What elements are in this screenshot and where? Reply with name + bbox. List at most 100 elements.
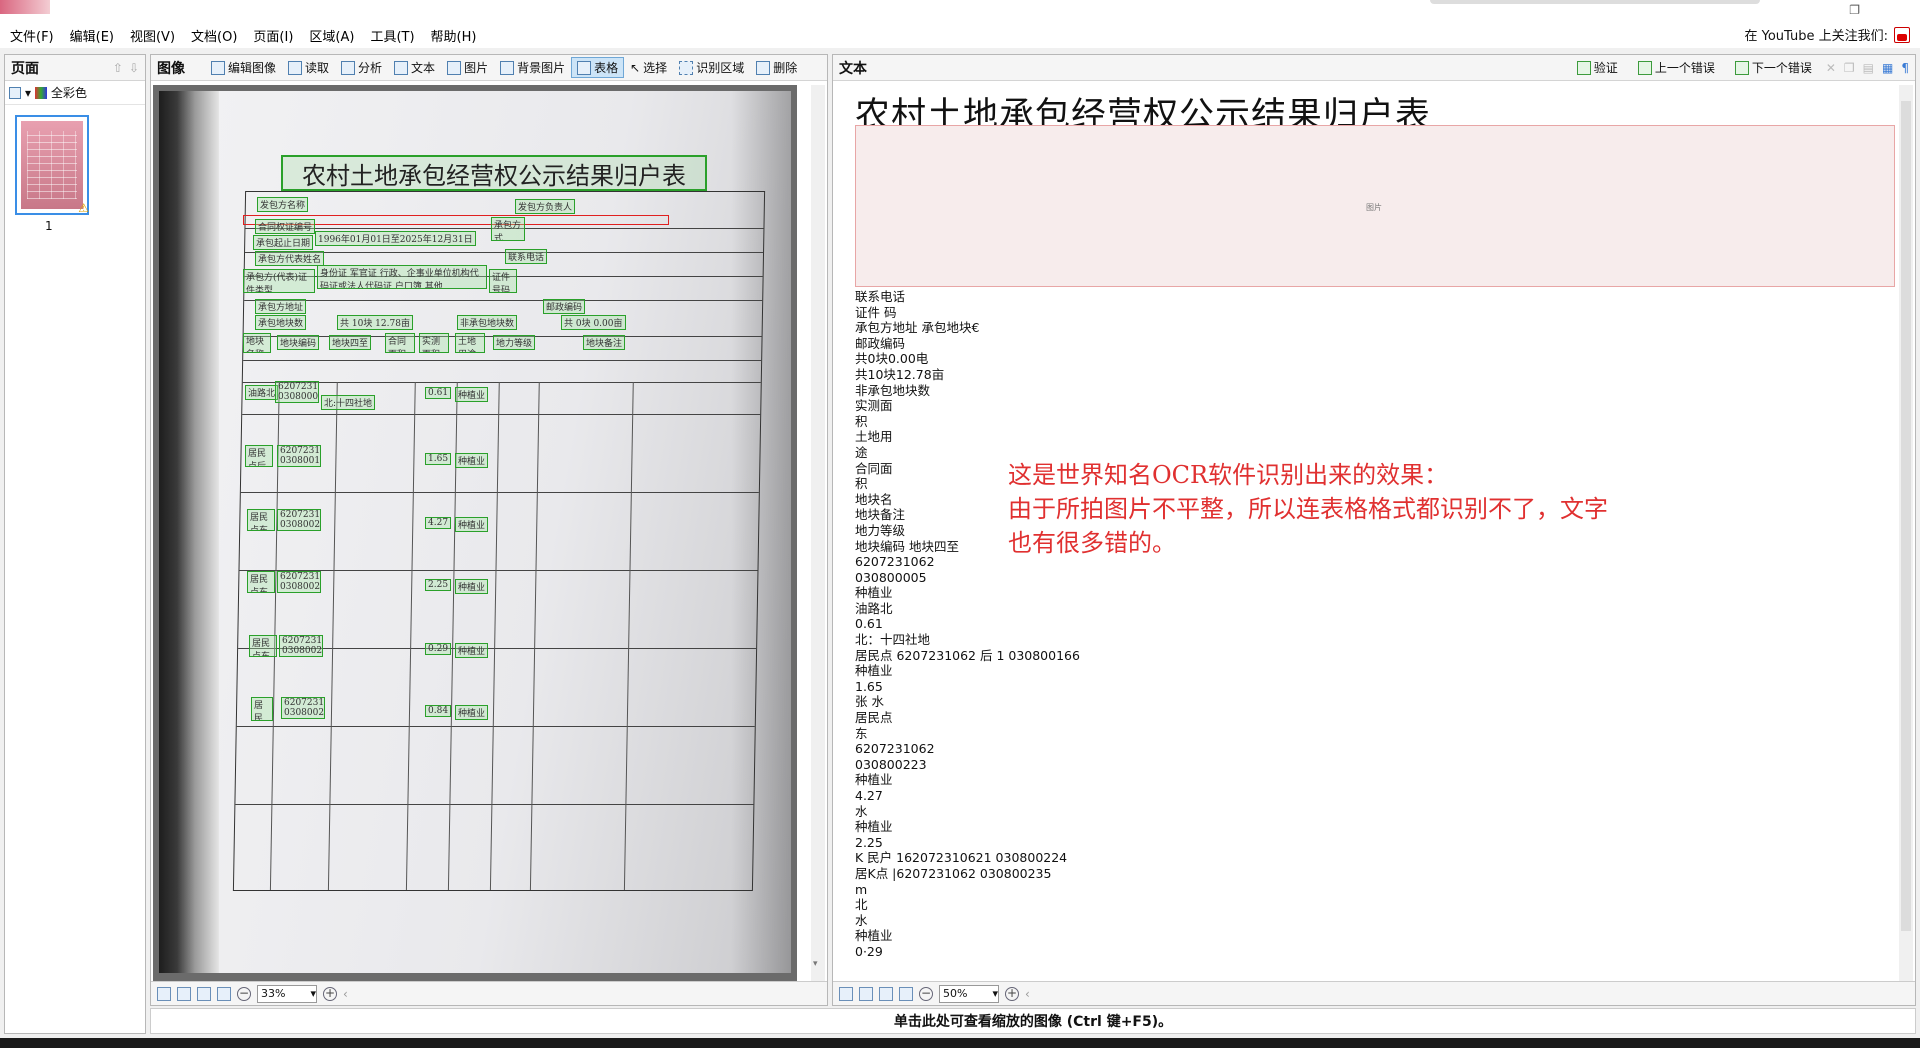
region-box[interactable]: 地块名称 xyxy=(243,333,271,353)
image-canvas[interactable]: 农村土地承包经营权公示结果归户表 发包方名称 发包方负责人 合同权证编号 承包起… xyxy=(153,85,797,983)
region-box[interactable]: 承包方式 xyxy=(491,217,525,241)
page-thumbnail[interactable]: ⚠ xyxy=(15,115,89,215)
zoom-out-icon[interactable]: − xyxy=(919,986,933,1001)
region-box[interactable]: 邮政编码 xyxy=(543,299,586,314)
menu-area[interactable]: 区域(A) xyxy=(303,26,360,45)
split-horizontal-icon[interactable] xyxy=(879,986,893,1001)
region-box[interactable]: 油路北 xyxy=(245,385,279,400)
dropdown-icon[interactable]: ▾ xyxy=(25,86,31,100)
region-box[interactable]: 土地用途 xyxy=(455,333,485,353)
region-box[interactable]: 联系电话 xyxy=(505,249,548,264)
region-box[interactable]: 承包地块数 xyxy=(255,315,307,330)
region-box[interactable]: 发包方负责人 xyxy=(515,199,576,214)
page-up-icon[interactable]: ⇧ xyxy=(113,61,123,75)
text-vertical-scrollbar[interactable] xyxy=(1899,85,1913,983)
edit-image-button[interactable]: 编辑图像 xyxy=(205,57,282,78)
region-box[interactable]: 种植业 xyxy=(455,387,489,402)
close-icon[interactable]: ✕ xyxy=(1826,61,1836,75)
menu-page[interactable]: 页面(I) xyxy=(247,26,299,45)
region-box[interactable]: 6207231062 030800166 xyxy=(277,445,321,467)
region-box[interactable]: 居民点 xyxy=(251,697,273,721)
region-box[interactable]: 6207231062 030800224 xyxy=(277,571,321,593)
region-box[interactable]: 地块编码 xyxy=(277,335,320,350)
zoom-in-icon[interactable]: + xyxy=(1005,986,1019,1001)
region-box[interactable]: 发包方名称 xyxy=(257,197,309,212)
region-box[interactable]: 0.61 xyxy=(425,387,452,399)
region-box[interactable]: 地块四至 xyxy=(329,335,372,350)
status-bar[interactable]: 单击此处可查看缩放的图像 (Ctrl 键+F5)。 xyxy=(150,1008,1916,1034)
region-box[interactable]: 2.25 xyxy=(425,579,452,591)
new-page-icon[interactable] xyxy=(9,86,21,99)
region-box[interactable]: 种植业 xyxy=(455,517,489,532)
color-mode-label[interactable]: 全彩色 xyxy=(51,84,87,101)
copy-icon[interactable]: ❐ xyxy=(1844,61,1855,75)
table-area-button[interactable]: 表格 xyxy=(571,57,625,78)
page-down-icon[interactable]: ⇩ xyxy=(129,61,139,75)
region-box[interactable]: 承包方代表姓名 xyxy=(255,251,325,266)
region-box[interactable]: 承包方(代表)证件类型 xyxy=(243,269,315,293)
table-view-icon[interactable]: ▦ xyxy=(1882,61,1893,75)
zoom-in-icon[interactable]: + xyxy=(323,986,337,1001)
picture-area-button[interactable]: 图片 xyxy=(441,57,494,78)
menu-document[interactable]: 文档(O) xyxy=(185,26,243,45)
recognize-area-button[interactable]: 识别区域 xyxy=(673,57,750,78)
split-vertical-icon[interactable] xyxy=(899,986,913,1001)
region-box[interactable]: 居民点东 xyxy=(247,571,275,593)
split-vertical-icon[interactable] xyxy=(217,986,231,1001)
select-button[interactable]: ↖ 选择 xyxy=(624,57,673,78)
next-error-button[interactable]: 下一个错误 xyxy=(1729,57,1818,78)
delete-button[interactable]: 删除 xyxy=(750,57,803,78)
background-picture-button[interactable]: 背景图片 xyxy=(494,57,571,78)
region-box[interactable]: 合同权证编号 xyxy=(255,219,316,234)
region-box[interactable]: 地力等级 xyxy=(493,335,536,350)
scroll-thumb[interactable] xyxy=(1901,101,1911,931)
youtube-icon[interactable] xyxy=(1894,26,1910,43)
collapse-icon[interactable] xyxy=(157,986,171,1001)
image-zoom-select[interactable]: 33% ▾ xyxy=(257,984,317,1003)
pilcrow-icon[interactable]: ¶ xyxy=(1901,61,1909,75)
region-box[interactable]: 种植业 xyxy=(455,453,489,468)
restore-icon[interactable]: ❐ xyxy=(1849,3,1860,17)
region-box[interactable]: 实测面积 xyxy=(419,333,449,353)
text-zoom-select[interactable]: 50% ▾ xyxy=(939,984,999,1003)
menu-tools[interactable]: 工具(T) xyxy=(364,26,420,45)
region-box[interactable]: 非承包地块数 xyxy=(457,315,518,330)
menu-help[interactable]: 帮助(H) xyxy=(425,26,483,45)
image-vertical-scrollbar[interactable]: ▾ xyxy=(811,85,825,983)
region-box[interactable]: 身份证 军官证 行政、企事业单位机构代码证或法人代码证 户口簿 其他 xyxy=(317,265,487,289)
grid-view-icon[interactable] xyxy=(177,986,191,1001)
region-box[interactable]: 北:十四社地 xyxy=(321,395,376,410)
region-box[interactable]: 6207231062 030800235 xyxy=(279,635,323,657)
region-box[interactable]: 地块备注 xyxy=(583,335,626,350)
region-box[interactable]: 承包起止日期 xyxy=(253,235,314,250)
region-box[interactable]: 1996年01月01日至2025年12月31日 xyxy=(315,231,476,246)
analyze-button[interactable]: 分析 xyxy=(335,57,388,78)
region-box[interactable]: 种植业 xyxy=(455,579,489,594)
region-box[interactable]: 种植业 xyxy=(455,643,489,658)
split-horizontal-icon[interactable] xyxy=(197,986,211,1001)
region-box[interactable]: 居民点东 xyxy=(249,635,277,657)
zoom-out-icon[interactable]: − xyxy=(237,986,251,1001)
region-box[interactable]: 1.65 xyxy=(425,453,452,465)
region-box[interactable]: 6207231062 030800005 xyxy=(275,381,319,403)
region-box[interactable]: 共 0块 0.00亩 xyxy=(561,315,626,330)
text-area-button[interactable]: 文本 xyxy=(388,57,441,78)
menu-edit[interactable]: 编辑(E) xyxy=(64,26,120,45)
scroll-down-icon[interactable]: ▾ xyxy=(813,959,818,969)
region-box[interactable]: 共 10块 12.78亩 xyxy=(337,315,413,330)
scroll-left-icon[interactable]: ‹ xyxy=(1025,987,1030,1001)
collapse-icon[interactable] xyxy=(839,986,853,1001)
region-box[interactable]: 居民点东 xyxy=(247,509,275,531)
region-box[interactable]: 4.27 xyxy=(425,517,452,529)
menu-view[interactable]: 视图(V) xyxy=(124,26,181,45)
region-box[interactable]: 6207231062 030800243 xyxy=(281,697,325,719)
region-box[interactable]: 0.84 xyxy=(425,705,452,717)
region-box[interactable]: 承包方地址 xyxy=(255,299,307,314)
region-box[interactable]: 6207231062 030800223 xyxy=(277,509,321,531)
prev-error-button[interactable]: 上一个错误 xyxy=(1632,57,1721,78)
grid-view-icon[interactable] xyxy=(859,986,873,1001)
read-button[interactable]: 读取 xyxy=(282,57,335,78)
menu-file[interactable]: 文件(F) xyxy=(4,26,60,45)
scroll-left-icon[interactable]: ‹ xyxy=(343,987,348,1001)
region-box[interactable]: 合同面积 xyxy=(385,333,415,353)
